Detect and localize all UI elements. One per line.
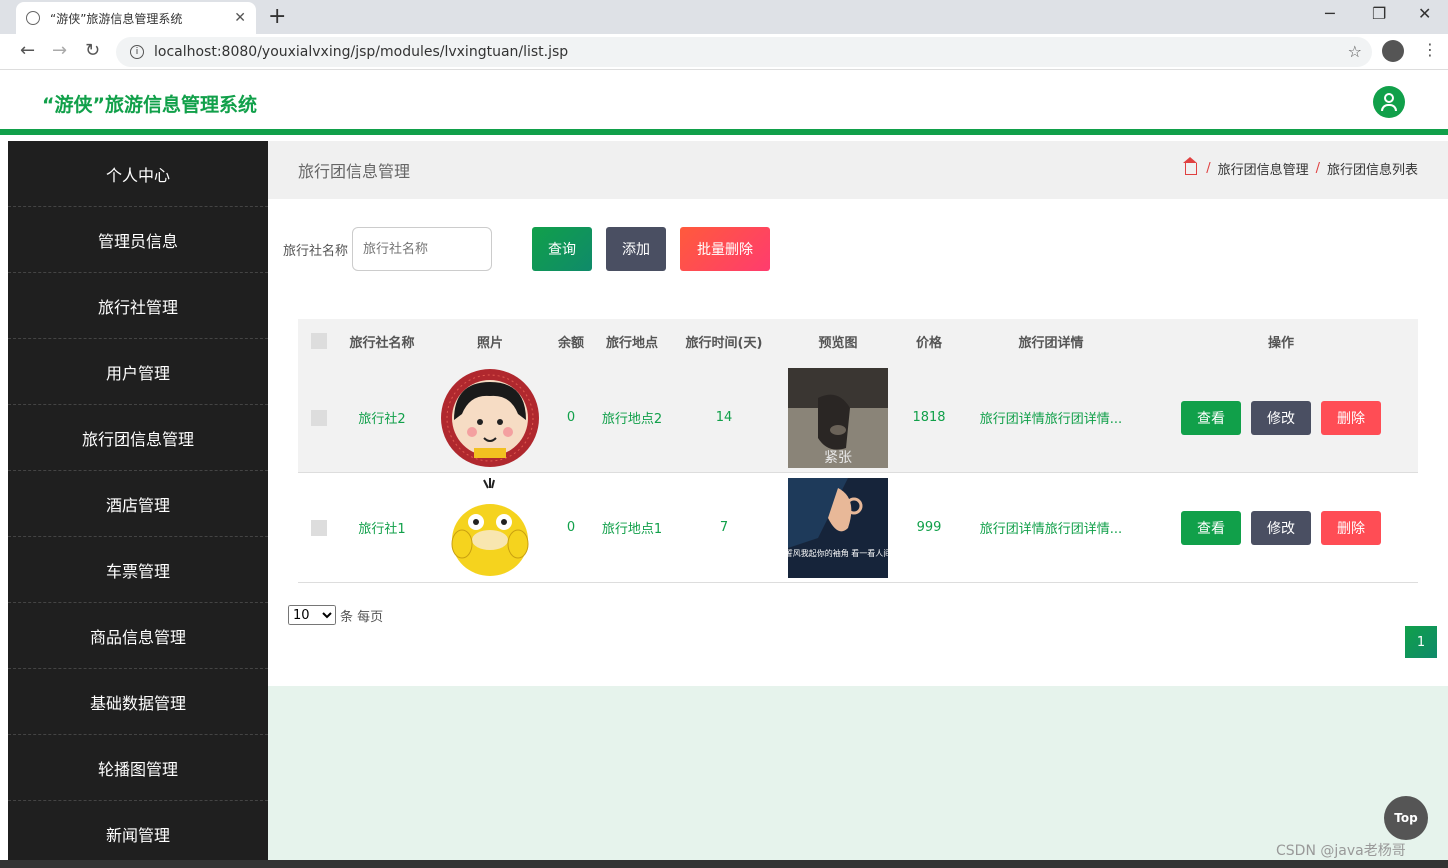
add-button[interactable]: 添加 [606, 227, 666, 271]
taskbar [0, 860, 1448, 868]
profile-icon[interactable] [1382, 40, 1404, 62]
browser-tab[interactable]: “游侠”旅游信息管理系统 ✕ [16, 2, 256, 34]
menu-kebab-icon[interactable]: ⋮ [1422, 40, 1438, 59]
photo-image [441, 368, 539, 467]
page-number-button[interactable]: 1 [1405, 626, 1437, 658]
preview-image: 好想誓风我起你的袖角 看一看人间仙境 [788, 477, 888, 578]
sidebar-item-news[interactable]: 新闻管理 [8, 801, 268, 867]
delete-button[interactable]: 删除 [1321, 510, 1381, 545]
watermark: CSDN @java老杨哥 [1276, 843, 1406, 859]
cell-days: 14 [715, 410, 733, 425]
sidebar-item-tickets[interactable]: 车票管理 [8, 537, 268, 603]
home-icon[interactable] [1183, 156, 1198, 175]
query-button[interactable]: 查询 [532, 227, 592, 271]
col-header: 照片 [476, 335, 503, 351]
search-label: 旅行社名称 [283, 243, 349, 259]
page-size-suffix: 条 每页 [340, 609, 384, 625]
cell-balance: 0 [566, 410, 576, 425]
cell-balance: 0 [566, 520, 576, 535]
site-icon [26, 11, 40, 25]
delete-button[interactable]: 删除 [1321, 400, 1381, 435]
cell-agency-name: 旅行社2 [358, 412, 406, 427]
preview-image: 紧张 [788, 367, 888, 468]
col-header: 余额 [557, 335, 584, 351]
cell-days: 7 [719, 520, 729, 535]
search-form: 旅行社名称 [283, 227, 493, 271]
col-header: 旅行社名称 [349, 335, 415, 351]
browser-tabbar: “游侠”旅游信息管理系统 ✕ + ─ ❐ ✕ [0, 0, 1448, 34]
sidebar: 个人中心 管理员信息 旅行社管理 用户管理 旅行团信息管理 酒店管理 车票管理 … [8, 141, 268, 867]
preview-caption: 紧张 [824, 450, 852, 466]
col-header: 预览图 [818, 335, 858, 351]
cell-price: 1818 [912, 410, 946, 425]
minimize-button[interactable]: ─ [1325, 4, 1335, 23]
sidebar-item-users[interactable]: 用户管理 [8, 339, 268, 405]
col-header: 旅行时间(天) [685, 335, 763, 351]
view-button[interactable]: 查看 [1181, 400, 1241, 435]
sidebar-item-admin-info[interactable]: 管理员信息 [8, 207, 268, 273]
user-avatar-icon[interactable] [1373, 86, 1405, 118]
window-close-button[interactable]: ✕ [1418, 4, 1431, 23]
app-title: “游侠”旅游信息管理系统 [42, 94, 257, 116]
select-all-checkbox[interactable] [311, 333, 327, 349]
breadcrumb-item[interactable]: 旅行团信息管理 [1218, 159, 1309, 178]
view-button[interactable]: 查看 [1181, 510, 1241, 545]
sidebar-item-hotels[interactable]: 酒店管理 [8, 471, 268, 537]
data-table: 旅行社名称 照片 余额 旅行地点 旅行时间(天) 预览图 价格 旅行团详情 操作… [298, 319, 1418, 583]
breadcrumb: / 旅行团信息管理 / 旅行团信息列表 [1183, 156, 1418, 178]
col-header: 旅行团详情 [1018, 335, 1084, 351]
cell-detail: 旅行团详情旅行团详情... [979, 412, 1123, 427]
page-size-select[interactable]: 10 [288, 605, 336, 625]
new-tab-button[interactable]: + [268, 4, 286, 29]
reload-icon[interactable]: ↻ [85, 40, 100, 61]
sidebar-item-personal-center[interactable]: 个人中心 [8, 141, 268, 207]
bookmark-star-icon[interactable]: ☆ [1348, 42, 1362, 61]
photo-image [440, 477, 540, 578]
maximize-button[interactable]: ❐ [1372, 4, 1386, 23]
app-header: “游侠”旅游信息管理系统 [0, 70, 1448, 135]
preview-caption: 好想誓风我起你的袖角 看一看人间仙境 [788, 548, 888, 558]
col-header: 旅行地点 [605, 335, 658, 351]
info-icon[interactable]: i [130, 45, 144, 59]
tab-close-icon[interactable]: ✕ [234, 10, 246, 26]
sidebar-item-tour-groups[interactable]: 旅行团信息管理 [8, 405, 268, 471]
sidebar-item-products[interactable]: 商品信息管理 [8, 603, 268, 669]
col-header: 操作 [1267, 335, 1294, 351]
forward-icon[interactable]: → [52, 40, 67, 61]
cell-location: 旅行地点2 [601, 412, 663, 427]
cell-detail: 旅行团详情旅行团详情... [979, 522, 1123, 537]
main-area: 旅行团信息管理 / 旅行团信息管理 / 旅行团信息列表 旅行社名称 查询 添加 … [268, 141, 1448, 860]
row-checkbox[interactable] [311, 409, 327, 426]
back-to-top-button[interactable]: Top [1384, 796, 1428, 840]
sidebar-item-carousel[interactable]: 轮播图管理 [8, 735, 268, 801]
content-card: 旅行团信息管理 / 旅行团信息管理 / 旅行团信息列表 旅行社名称 查询 添加 … [268, 141, 1448, 686]
back-icon[interactable]: ← [20, 40, 35, 61]
row-checkbox[interactable] [311, 519, 327, 536]
address-bar: ← → ↻ i localhost:8080/youxialvxing/jsp/… [0, 34, 1448, 70]
breadcrumb-bar: 旅行团信息管理 / 旅行团信息管理 / 旅行团信息列表 [268, 141, 1448, 199]
edit-button[interactable]: 修改 [1251, 510, 1311, 545]
cell-price: 999 [916, 520, 942, 535]
sidebar-item-base-data[interactable]: 基础数据管理 [8, 669, 268, 735]
sidebar-item-agency[interactable]: 旅行社管理 [8, 273, 268, 339]
page-title: 旅行团信息管理 [298, 162, 411, 181]
batch-delete-button[interactable]: 批量删除 [680, 227, 770, 271]
cell-agency-name: 旅行社1 [358, 522, 406, 537]
breadcrumb-item: 旅行团信息列表 [1326, 163, 1418, 178]
agency-name-input[interactable] [352, 227, 493, 271]
url-field[interactable]: i localhost:8080/youxialvxing/jsp/module… [116, 37, 1372, 67]
cell-location: 旅行地点1 [601, 522, 663, 537]
url-text: localhost:8080/youxialvxing/jsp/modules/… [154, 44, 569, 60]
table-header: 旅行社名称 照片 余额 旅行地点 旅行时间(天) 预览图 价格 旅行团详情 操作 [298, 319, 1418, 363]
tab-title: “游侠”旅游信息管理系统 [50, 11, 183, 26]
edit-button[interactable]: 修改 [1251, 400, 1311, 435]
col-header: 价格 [915, 335, 942, 351]
pagination-size: 10 条 每页 [288, 605, 383, 625]
table-row: 旅行社1 0 旅行地点1 7 誓风我起你的袖角 看一看人间 999 旅行团详情旅… [298, 473, 1418, 583]
table-row: 旅行社2 0 旅行地点2 14 紧张 1818 旅行团详情旅行团详情... 查看… [298, 363, 1418, 473]
